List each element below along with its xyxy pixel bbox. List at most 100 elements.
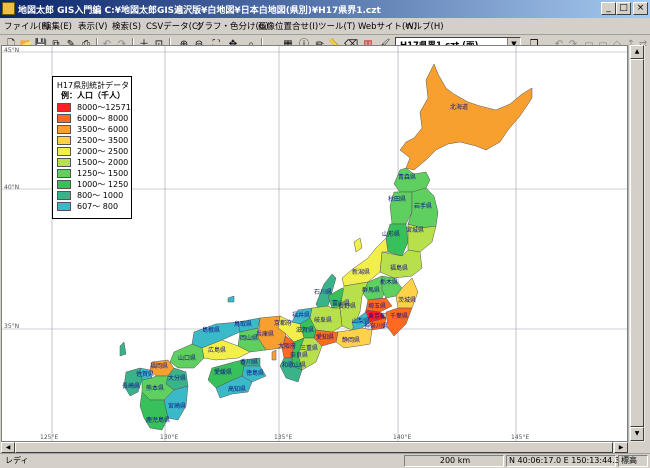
- pref-label: 埼玉県: [368, 302, 386, 310]
- legend-swatch: [57, 158, 71, 167]
- menu-search[interactable]: 検索(S): [112, 20, 141, 32]
- vertical-scrollbar[interactable]: ▲ ▼: [628, 45, 645, 442]
- legend-swatch: [57, 191, 71, 200]
- region-oki[interactable]: [227, 295, 235, 303]
- region-awaji[interactable]: [271, 349, 277, 361]
- legend-swatch: [57, 180, 71, 189]
- legend-label: 6000～ 8000: [77, 114, 129, 123]
- pref-label: 鳥取県: [234, 320, 252, 328]
- lat-label: 40°N: [4, 184, 19, 191]
- pref-label: 新潟県: [352, 268, 370, 276]
- legend-row: 8000～12571: [57, 102, 131, 113]
- legend-row: 3500～ 6000: [57, 124, 131, 135]
- legend-label: 8000～12571: [77, 103, 131, 112]
- legend-row: 2000～ 2500: [57, 146, 131, 157]
- pref-label: 奈良県: [290, 351, 308, 359]
- scroll-left-icon[interactable]: ◀: [1, 442, 15, 453]
- pref-label: 長崎県: [122, 382, 140, 390]
- pref-label: 滋賀県: [296, 326, 314, 334]
- vertical-scroll-thumb[interactable]: [630, 59, 644, 427]
- legend-label: 800～ 1000: [77, 191, 124, 200]
- pref-label: 岡山県: [240, 334, 258, 342]
- pref-label: 東京都: [368, 312, 386, 320]
- horizontal-scroll-thumb[interactable]: [15, 442, 613, 453]
- pref-label: 茨城県: [398, 296, 416, 304]
- menu-help[interactable]: ヘルプ(H): [405, 20, 444, 32]
- pref-label: 愛知県: [316, 333, 334, 341]
- scale-label: 200 km: [439, 456, 471, 465]
- pref-label: 秋田県: [388, 195, 406, 203]
- legend-row: 1250～ 1500: [57, 168, 131, 179]
- pref-label: 兵庫県: [256, 330, 274, 338]
- region-hokkaido[interactable]: [399, 63, 533, 171]
- pref-label: 千葉県: [390, 312, 408, 320]
- legend-swatch: [57, 136, 71, 145]
- region-tsushima[interactable]: [119, 341, 127, 357]
- pref-label: 和歌山県: [282, 361, 306, 369]
- pref-label: 熊本県: [146, 384, 164, 392]
- legend-swatch: [57, 103, 71, 112]
- lon-label: 135°E: [274, 434, 292, 441]
- legend-subtitle: 例：人口（千人）: [61, 91, 125, 100]
- pref-label: 島根県: [202, 326, 220, 334]
- pref-label: 岩手県: [414, 202, 432, 210]
- pref-label: 石川県: [314, 289, 332, 296]
- lat-label: 35°N: [4, 323, 19, 330]
- scroll-right-icon[interactable]: ▶: [614, 442, 628, 453]
- region-sado[interactable]: [353, 237, 363, 253]
- scale-bar: 200 km: [404, 455, 504, 467]
- lat-label: 45°N: [4, 47, 19, 54]
- pref-label: 福井県: [292, 311, 310, 319]
- pref-label: 大分県: [168, 374, 186, 382]
- lon-label: 125°E: [40, 434, 58, 441]
- legend-row: 1500～ 2000: [57, 157, 131, 168]
- legend-swatch: [57, 147, 71, 156]
- pref-label: 長野県: [338, 302, 356, 310]
- elevation-label: 標高: [618, 455, 648, 467]
- menu-view[interactable]: 表示(V): [78, 20, 107, 32]
- pref-label: 静岡県: [342, 336, 360, 344]
- pref-label: 北海道: [450, 103, 468, 111]
- pref-label: 群馬県: [362, 286, 380, 294]
- title-bar: 地図太郎 GIS入門編 C:¥地図太郎GIS遍沢版¥白地図¥日本白地図(県別)¥…: [0, 0, 650, 18]
- horizontal-scrollbar[interactable]: ◀ ▶: [1, 442, 628, 453]
- menu-edit[interactable]: 編集(E): [43, 20, 72, 32]
- maximize-button[interactable]: □: [616, 2, 631, 15]
- map-legend[interactable]: H17県別統計データ 例：人口（千人） 8000～12571 6000～ 800…: [52, 76, 132, 219]
- legend-label: 1250～ 1500: [77, 169, 129, 178]
- menu-csv[interactable]: CSVデータ(C): [146, 20, 201, 32]
- minimize-button[interactable]: _: [601, 2, 616, 15]
- scroll-down-icon[interactable]: ▼: [630, 427, 644, 441]
- lon-label: 130°E: [160, 434, 178, 441]
- legend-label: 3500～ 6000: [77, 125, 129, 134]
- menu-tools[interactable]: ツール(T): [318, 20, 355, 32]
- legend-row: 607～ 800: [57, 201, 131, 212]
- legend-row: 1000～ 1250: [57, 179, 131, 190]
- close-button[interactable]: ×: [633, 2, 648, 15]
- legend-label: 1500～ 2000: [77, 158, 129, 167]
- pref-label: 栃木県: [380, 278, 398, 286]
- scroll-up-icon[interactable]: ▲: [630, 45, 644, 59]
- menu-bar: ファイル(F) 編集(E) 表示(V) 検索(S) CSVデータ(C) グラフ・…: [0, 18, 650, 35]
- scroll-corner: [628, 442, 644, 453]
- legend-swatch: [57, 114, 71, 123]
- pref-label: 宮崎県: [168, 402, 186, 410]
- window-title: 地図太郎 GIS入門編 C:¥地図太郎GIS遍沢版¥白地図¥日本白地図(県別)¥…: [18, 6, 381, 16]
- pref-label: 山形県: [382, 230, 400, 238]
- pref-label: 高知県: [228, 385, 246, 393]
- app-icon: [2, 2, 15, 15]
- region-yamagata[interactable]: [385, 223, 409, 257]
- pref-label: 宮城県: [406, 226, 424, 234]
- legend-swatch: [57, 125, 71, 134]
- pref-label: 大阪府: [278, 342, 296, 350]
- pref-label: 佐賀県: [136, 370, 154, 378]
- legend-row: 800～ 1000: [57, 190, 131, 201]
- pref-label: 徳島県: [246, 369, 264, 377]
- legend-row: 6000～ 8000: [57, 113, 131, 124]
- status-ready: レディ: [5, 456, 29, 465]
- pref-label: 岐阜県: [314, 316, 332, 324]
- pref-label: 三重県: [300, 344, 318, 352]
- legend-label: 607～ 800: [77, 202, 119, 211]
- menu-image-align[interactable]: 画像位置合せ(I): [258, 20, 318, 32]
- pref-label: 京都府: [274, 319, 292, 327]
